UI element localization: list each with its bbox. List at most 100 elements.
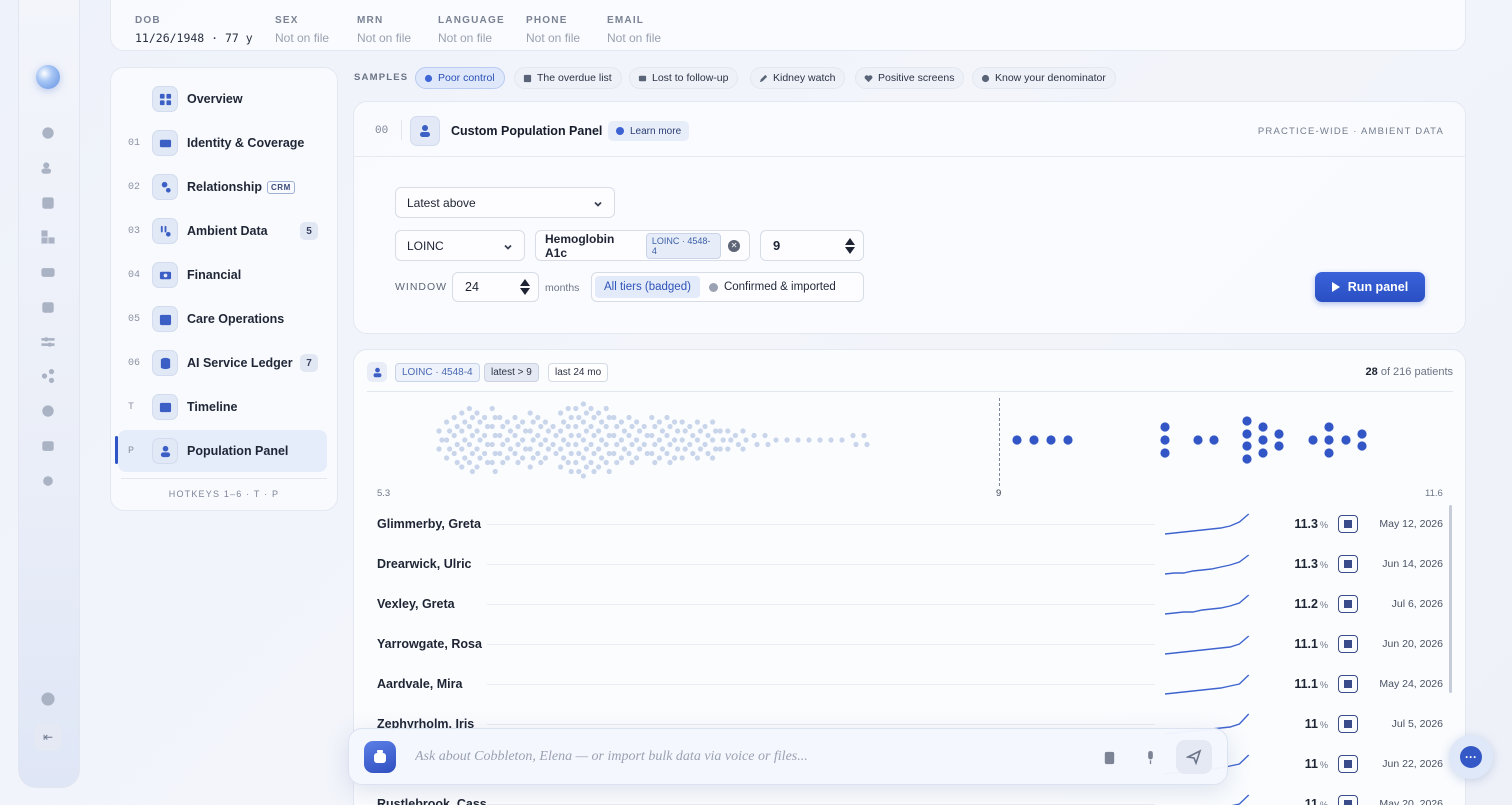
patient-dot[interactable]: [561, 455, 567, 461]
patient-dot[interactable]: [644, 432, 650, 439]
patient-dot[interactable]: [679, 437, 685, 443]
patient-dot[interactable]: [492, 450, 498, 457]
patient-dot[interactable]: [451, 414, 457, 421]
patient-dot[interactable]: [1160, 448, 1170, 458]
patient-dot[interactable]: [558, 428, 564, 434]
patient-dot[interactable]: [784, 437, 790, 443]
patient-dot[interactable]: [702, 441, 708, 448]
patient-dot[interactable]: [1029, 435, 1039, 445]
patient-dot[interactable]: [621, 446, 627, 452]
patient-dot[interactable]: [542, 419, 548, 425]
patient-dot[interactable]: [565, 441, 571, 448]
patient-dot[interactable]: [504, 437, 510, 443]
patient-dot[interactable]: [447, 446, 453, 452]
table-row[interactable]: Yarrowgate, Rosa 11.1% Jun 20, 2026: [367, 624, 1453, 664]
patient-dot[interactable]: [469, 450, 475, 457]
patient-dot[interactable]: [687, 441, 693, 448]
patient-dot[interactable]: [454, 423, 460, 430]
patient-dot[interactable]: [611, 432, 617, 439]
stepper-arrows[interactable]: [520, 279, 530, 295]
nav-item-population-panel[interactable]: P Population Panel: [118, 430, 327, 472]
patient-dot[interactable]: [573, 459, 579, 466]
patient-dot[interactable]: [466, 405, 472, 412]
patient-dot[interactable]: [1242, 429, 1252, 439]
patient-dot[interactable]: [743, 437, 749, 443]
patient-dot[interactable]: [690, 450, 696, 457]
patient-dot[interactable]: [444, 455, 450, 461]
patient-dot[interactable]: [482, 414, 488, 421]
patient-dot[interactable]: [1012, 435, 1022, 445]
calendar-icon[interactable]: [40, 299, 56, 315]
patient-dot[interactable]: [462, 419, 468, 425]
patient-dot[interactable]: [740, 446, 746, 452]
patient-dot[interactable]: [710, 419, 716, 425]
patient-dot[interactable]: [861, 432, 867, 439]
gear-icon[interactable]: [40, 473, 56, 489]
patient-dot[interactable]: [728, 437, 734, 443]
patient-dot[interactable]: [659, 446, 665, 452]
patient-dot[interactable]: [568, 468, 574, 475]
patient-dot[interactable]: [520, 455, 526, 461]
patient-dot[interactable]: [444, 437, 450, 443]
patient-dot[interactable]: [611, 414, 617, 421]
patient-dot[interactable]: [558, 446, 564, 452]
assistant-input[interactable]: [415, 745, 1075, 769]
patient-dot[interactable]: [710, 437, 716, 443]
code-system-select[interactable]: LOINC: [395, 230, 525, 261]
patient-dot[interactable]: [573, 405, 579, 412]
hospital-icon[interactable]: [1338, 595, 1358, 613]
patient-dot[interactable]: [687, 423, 693, 430]
patient-dot[interactable]: [1324, 435, 1334, 445]
patient-dot[interactable]: [588, 441, 594, 448]
patient-dot[interactable]: [649, 450, 655, 457]
patient-dot[interactable]: [538, 423, 544, 430]
patient-dot[interactable]: [599, 419, 605, 425]
run-panel-button[interactable]: Run panel: [1315, 272, 1425, 302]
patient-dot[interactable]: [553, 450, 559, 457]
patient-dot[interactable]: [1193, 435, 1203, 445]
hospital-icon[interactable]: [1338, 675, 1358, 693]
patient-dot[interactable]: [629, 423, 635, 430]
patient-dot[interactable]: [1274, 441, 1284, 451]
patient-dot[interactable]: [656, 437, 662, 443]
patient-dot[interactable]: [542, 437, 548, 443]
patient-dot[interactable]: [580, 473, 586, 479]
patient-dot[interactable]: [561, 437, 567, 443]
nav-item-overview[interactable]: Overview: [128, 79, 326, 119]
account-icon[interactable]: [40, 691, 56, 707]
patient-dot[interactable]: [599, 455, 605, 461]
patient-dot[interactable]: [489, 423, 495, 430]
patient-dot[interactable]: [500, 441, 506, 448]
patient-dot[interactable]: [444, 419, 450, 425]
patient-dot[interactable]: [568, 450, 574, 457]
patient-dot[interactable]: [1242, 454, 1252, 464]
table-row[interactable]: Vexley, Greta 11.2% Jul 6, 2026: [367, 584, 1453, 624]
patient-dot[interactable]: [599, 437, 605, 443]
patient-dot[interactable]: [565, 405, 571, 412]
trend-icon[interactable]: [40, 438, 56, 454]
patient-dot[interactable]: [477, 455, 483, 461]
patient-dot[interactable]: [507, 428, 513, 434]
app-logo-orb[interactable]: [36, 65, 60, 89]
patient-dot[interactable]: [459, 410, 465, 416]
patient-dot[interactable]: [489, 459, 495, 466]
patient-dot[interactable]: [482, 432, 488, 439]
patient-dot[interactable]: [482, 450, 488, 457]
patient-dot[interactable]: [621, 428, 627, 434]
patient-dot[interactable]: [527, 410, 533, 416]
sliders-icon[interactable]: [40, 334, 56, 350]
patient-dot[interactable]: [1324, 448, 1334, 458]
patient-dot[interactable]: [474, 428, 480, 434]
patient-dot[interactable]: [565, 459, 571, 466]
patient-dot[interactable]: [649, 432, 655, 439]
patient-dot[interactable]: [626, 432, 632, 439]
patient-dot[interactable]: [485, 441, 491, 448]
patient-dot[interactable]: [591, 414, 597, 421]
patient-dot[interactable]: [515, 441, 521, 448]
patient-dot[interactable]: [558, 464, 564, 470]
patient-dot[interactable]: [806, 437, 812, 443]
patient-dot[interactable]: [754, 441, 760, 448]
decrement-icon[interactable]: [845, 246, 855, 254]
patient-dot[interactable]: [1242, 441, 1252, 451]
patient-dot[interactable]: [649, 414, 655, 421]
